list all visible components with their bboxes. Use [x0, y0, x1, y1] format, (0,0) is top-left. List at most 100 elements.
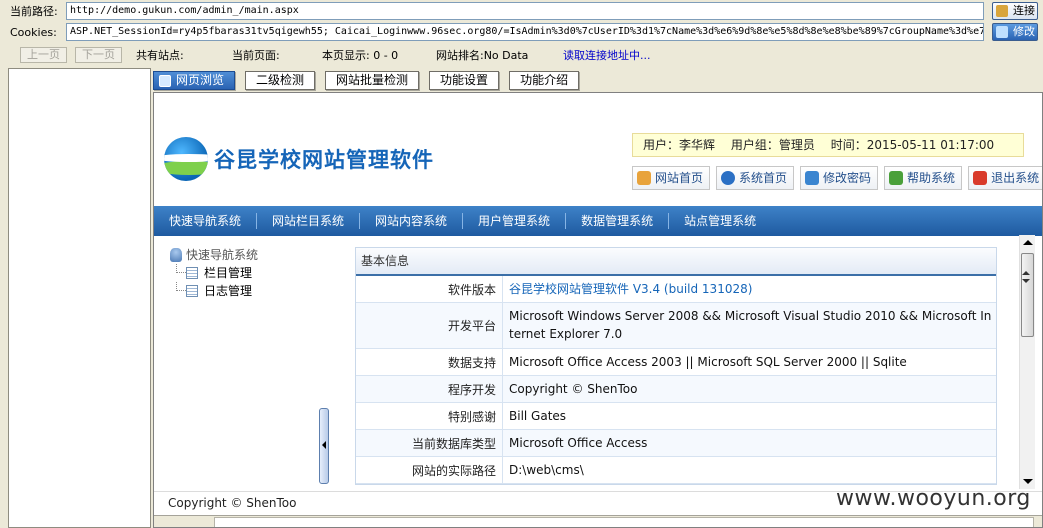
browser-icon	[159, 75, 171, 87]
table-row: 开发平台 Microsoft Windows Server 2008 && Mi…	[356, 303, 996, 349]
home-icon	[637, 171, 651, 185]
nav-users[interactable]: 用户管理系统	[463, 213, 567, 229]
tree-root[interactable]: 快速导航系统	[168, 246, 318, 264]
status-segment	[214, 517, 1034, 527]
basic-info-table: 基本信息 软件版本 谷昆学校网站管理软件 V3.4 (build 131028)…	[355, 247, 997, 485]
main-nav: 快速导航系统 网站栏目系统 网站内容系统 用户管理系统 数据管理系统 站点管理系…	[154, 206, 1042, 236]
exit-icon	[973, 171, 988, 185]
tree-item-logs[interactable]: 日志管理	[168, 282, 318, 300]
nav-columns[interactable]: 网站栏目系统	[257, 213, 361, 229]
modify-button-label: 修改	[1013, 26, 1035, 38]
info-value: Microsoft Office Access	[509, 436, 648, 450]
cookies-label: Cookies:	[10, 25, 57, 39]
info-key: 特别感谢	[356, 403, 503, 429]
info-icon	[721, 171, 736, 185]
reading-status: 读取连接地址中...	[563, 49, 651, 62]
status-bar	[154, 515, 1042, 527]
info-value: Copyright © ShenToo	[509, 382, 638, 396]
user-name: 用户：李华辉	[643, 138, 716, 152]
user-group: 用户组：管理员	[730, 138, 815, 152]
cookies-row: Cookies: ASP.NET_SessionId=ry4p5fbaras31…	[0, 22, 1043, 42]
tab-secondary-check[interactable]: 二级检测	[245, 71, 316, 90]
info-value: Bill Gates	[509, 409, 567, 423]
path-label: 当前路径:	[10, 5, 58, 18]
nav-data[interactable]: 数据管理系统	[566, 213, 670, 229]
table-row: 软件版本 谷昆学校网站管理软件 V3.4 (build 131028)	[356, 276, 996, 303]
tree-item-label: 日志管理	[204, 284, 253, 298]
table-row: 当前数据库类型 Microsoft Office Access	[356, 430, 996, 457]
table-row: 特别感谢 Bill Gates	[356, 403, 996, 430]
logo-globe-icon	[164, 137, 208, 181]
system-home-button[interactable]: 系统首页	[716, 166, 795, 190]
current-page-label: 当前页面:	[232, 49, 280, 62]
next-page-button[interactable]: 下一页	[75, 47, 122, 63]
tree-item-columns[interactable]: 栏目管理	[168, 264, 318, 282]
tab-batch-check[interactable]: 网站批量检测	[325, 71, 420, 90]
info-key: 程序开发	[356, 376, 503, 402]
tree-item-label: 栏目管理	[204, 266, 253, 280]
scroll-thumb[interactable]	[1021, 253, 1034, 337]
list-icon	[186, 267, 198, 279]
tab-web-browse[interactable]: 网页浏览	[153, 71, 236, 90]
grip-up-icon	[1022, 271, 1030, 275]
tree-connector	[176, 282, 186, 291]
nav-content[interactable]: 网站内容系统	[360, 213, 464, 229]
connect-button[interactable]: 连接	[992, 2, 1038, 20]
collapse-toggle[interactable]	[319, 408, 329, 484]
cookies-input[interactable]: ASP.NET_SessionId=ry4p5fbaras31tv5qigewh…	[66, 23, 984, 41]
nav-quick[interactable]: 快速导航系统	[154, 213, 258, 229]
site-logo: 谷昆学校网站管理软件	[164, 133, 464, 185]
scroll-down-icon[interactable]	[1023, 479, 1033, 484]
table-row: 网站的实际路径 D:\web\cms\	[356, 457, 996, 484]
tree-root-icon	[170, 248, 182, 262]
table-icon	[186, 285, 198, 297]
change-password-label: 修改密码	[823, 171, 872, 185]
system-home-label: 系统首页	[739, 171, 788, 185]
table-row: 程序开发 Copyright © ShenToo	[356, 376, 996, 403]
change-password-button[interactable]: 修改密码	[800, 166, 879, 190]
info-key: 网站的实际路径	[356, 457, 503, 483]
prev-page-button[interactable]: 上一页	[20, 47, 67, 63]
help-icon	[889, 171, 904, 185]
scroll-up-icon[interactable]	[1023, 240, 1033, 245]
site-home-button[interactable]: 网站首页	[632, 166, 711, 190]
content-scrollbar[interactable]	[1019, 235, 1035, 489]
nav-tree: 快速导航系统 栏目管理 日志管理	[168, 246, 318, 300]
browser-frame: 谷昆学校网站管理软件 用户：李华辉 用户组：管理员 时间：2015-05-11 …	[153, 92, 1043, 528]
info-key: 数据支持	[356, 349, 503, 375]
info-header: 基本信息	[356, 248, 996, 276]
path-input[interactable]: http://demo.gukun.com/admin_/main.aspx	[66, 2, 984, 20]
key-icon	[805, 171, 820, 185]
help-button[interactable]: 帮助系统	[884, 166, 963, 190]
connect-button-label: 连接	[1013, 5, 1035, 17]
logout-label: 退出系统	[991, 171, 1040, 185]
info-value: Microsoft Office Access 2003 || Microsof…	[509, 355, 907, 369]
info-key: 软件版本	[356, 276, 503, 302]
tab-web-browse-label: 网页浏览	[176, 73, 225, 87]
info-key: 当前数据库类型	[356, 430, 503, 456]
logout-button[interactable]: 退出系统	[968, 166, 1042, 190]
info-key: 开发平台	[356, 303, 503, 348]
tab-settings[interactable]: 功能设置	[429, 71, 500, 90]
watermark: www.wooyun.org	[836, 486, 1031, 511]
site-list-pane[interactable]	[8, 68, 151, 528]
site-rank-label: 网站排名:No Data	[436, 49, 529, 62]
info-value: 谷昆学校网站管理软件 V3.4 (build 131028)	[509, 282, 753, 296]
path-row: 当前路径: http://demo.gukun.com/admin_/main.…	[0, 1, 1043, 21]
tree-root-label: 快速导航系统	[186, 248, 259, 262]
quick-buttons: 网站首页 系统首页 修改密码 帮助系统 退出系统	[632, 166, 1042, 190]
table-row: 数据支持 Microsoft Office Access 2003 || Mic…	[356, 349, 996, 376]
help-label: 帮助系统	[907, 171, 956, 185]
modify-icon	[996, 26, 1008, 38]
tab-about[interactable]: 功能介绍	[509, 71, 580, 90]
page-display-label: 本页显示: 0 - 0	[322, 49, 399, 62]
nav-sites[interactable]: 站点管理系统	[669, 213, 771, 229]
page-nav-row: 上一页 下一页 共有站点: 当前页面: 本页显示: 0 - 0 网站排名:No …	[0, 45, 1043, 65]
info-value: Microsoft Windows Server 2008 && Microso…	[509, 309, 992, 341]
connect-icon	[996, 5, 1008, 17]
user-info-box: 用户：李华辉 用户组：管理员 时间：2015-05-11 01:17:00	[632, 133, 1024, 157]
grip-down-icon	[1022, 279, 1030, 283]
tab-bar: 网页浏览 二级检测 网站批量检测 功能设置 功能介绍	[153, 71, 589, 91]
info-value: D:\web\cms\	[509, 463, 584, 477]
modify-button[interactable]: 修改	[992, 23, 1038, 41]
